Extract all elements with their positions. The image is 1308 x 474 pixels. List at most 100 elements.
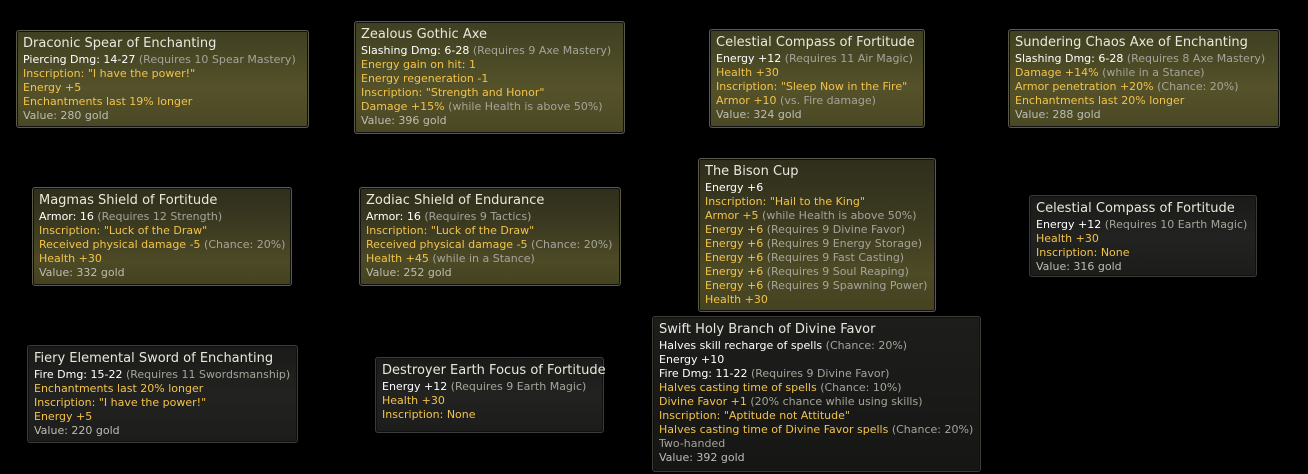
item-stat-line: Inscription: "Luck of the Draw" (39, 224, 285, 238)
item-stat-line: Slashing Dmg: 6-28 (Requires 9 Axe Maste… (361, 44, 618, 58)
stat-text: Damage +14% (1015, 66, 1103, 79)
item-stat-line: Received physical damage -5 (Chance: 20%… (366, 238, 614, 252)
item-stat-line: Armor penetration +20% (Chance: 20%) (1015, 80, 1273, 94)
item-stat-line: Energy gain on hit: 1 (361, 58, 618, 72)
item-stat-line: Value: 396 gold (361, 114, 618, 128)
item-stat-line: Energy +6 (Requires 9 Energy Storage) (705, 237, 929, 251)
stat-condition: (Requires 9 Tactics) (424, 210, 532, 223)
item-stat-line: Energy +5 (23, 81, 302, 95)
item-stat-line: Enchantments last 19% longer (23, 95, 302, 109)
item-stat-line: Inscription: "I have the power!" (34, 396, 291, 410)
stat-text: Health +30 (382, 394, 445, 407)
item-stat-line: Health +30 (716, 66, 918, 80)
item-stat-line: Value: 288 gold (1015, 108, 1273, 122)
stat-condition: (Chance: 20%) (825, 339, 908, 352)
item-stat-line: Enchantments last 20% longer (34, 382, 291, 396)
stat-text: Energy +12 (716, 52, 785, 65)
stat-text: Armor: 16 (366, 210, 425, 223)
item-stat-line: Inscription: None (1036, 246, 1250, 260)
stat-text: Energy +6 (705, 251, 767, 264)
stat-condition: (Chance: 20%) (1157, 80, 1239, 93)
stat-text: Inscription: "Strength and Honor" (361, 86, 545, 99)
item-stat-line: Value: 332 gold (39, 266, 285, 280)
stat-condition: (while Health is above 50%) (762, 209, 917, 222)
stat-text: Slashing Dmg: 6-28 (1015, 52, 1127, 65)
item-stat-line: Health +30 (39, 252, 285, 266)
stat-condition: (Requires 9 Axe Mastery) (472, 44, 612, 57)
item-stat-line: Fire Dmg: 11-22 (Requires 9 Divine Favor… (659, 367, 974, 381)
item-tooltip-zodiac-shield: Zodiac Shield of Endurance Armor: 16 (Req… (359, 187, 621, 286)
item-stat-line: Value: 324 gold (716, 108, 918, 122)
item-name: Sundering Chaos Axe of Enchanting (1015, 35, 1248, 50)
item-stat-line: Value: 252 gold (366, 266, 614, 280)
stat-text: Energy +6 (705, 181, 764, 194)
item-name: Swift Holy Branch of Divine Favor (659, 322, 876, 337)
stat-text: Energy +6 (705, 237, 767, 250)
stat-text: Inscription: "I have the power!" (34, 396, 207, 409)
stat-text: Energy +12 (1036, 218, 1105, 231)
stat-text: Received physical damage -5 (39, 238, 205, 251)
stat-text: Armor +5 (705, 209, 763, 222)
item-stat-line: Energy +6 (Requires 9 Soul Reaping) (705, 265, 929, 279)
item-name: Zealous Gothic Axe (361, 27, 488, 42)
stat-condition: (Requires 9 Soul Reaping) (766, 265, 909, 278)
item-tooltip-swift-holy-branch: Swift Holy Branch of Divine Favor Halves … (652, 316, 981, 472)
item-stat-line: Energy +12 (Requires 11 Air Magic) (716, 52, 918, 66)
item-stat-line: Value: 280 gold (23, 109, 302, 123)
item-tooltip-destroyer-earth-focus: Destroyer Earth Focus of Fortitude Energy… (375, 357, 606, 433)
item-stat-line: Energy regeneration -1 (361, 72, 618, 86)
stat-condition: (Requires 9 Spawning Power) (766, 279, 928, 292)
stat-condition: (Requires 9 Energy Storage) (766, 237, 923, 250)
item-stat-line: Inscription: "Hail to the King" (705, 195, 929, 209)
item-stat-line: Energy +5 (34, 410, 291, 424)
item-stat-line: Inscription: "Aptitude not Attitude" (659, 409, 974, 423)
stat-text: Damage +15% (361, 100, 449, 113)
stat-condition: (Requires 9 Fast Casting) (766, 251, 905, 264)
stat-text: Inscription: None (382, 408, 476, 421)
stat-value: Value: 324 gold (716, 108, 802, 121)
stat-text: Inscription: "Hail to the King" (705, 195, 865, 208)
stat-text: Received physical damage -5 (366, 238, 532, 251)
item-tooltip-zealous-gothic-axe: Zealous Gothic Axe Slashing Dmg: 6-28 (Re… (354, 21, 625, 134)
stat-text: Energy +10 (659, 353, 725, 366)
stat-condition: (Requires 11 Swordsmanship) (125, 368, 291, 381)
item-stat-line: Halves skill recharge of spells (Chance:… (659, 339, 974, 353)
stat-text: Enchantments last 20% longer (1015, 94, 1185, 107)
item-stat-line: Energy +6 (Requires 9 Fast Casting) (705, 251, 929, 265)
stat-value: Value: 288 gold (1015, 108, 1101, 121)
item-tooltip-bison-cup: The Bison Cup Energy +6 Inscription: "Hail… (698, 158, 936, 312)
item-stat-line: Energy +10 (659, 353, 974, 367)
item-stat-line: Health +30 (1036, 232, 1250, 246)
item-stat-line: Health +30 (705, 293, 929, 307)
stat-condition: (Requires 9 Divine Favor) (750, 367, 890, 380)
stat-value: Value: 220 gold (34, 424, 120, 437)
item-name: Draconic Spear of Enchanting (23, 36, 217, 51)
stat-text: Armor penetration +20% (1015, 80, 1158, 93)
stat-text: Halves casting time of Divine Favor spel… (659, 423, 892, 436)
stat-value: Value: 396 gold (361, 114, 447, 127)
stat-text: Halves skill recharge of spells (659, 339, 826, 352)
stat-text: Health +45 (366, 252, 433, 265)
item-stat-line: Enchantments last 20% longer (1015, 94, 1273, 108)
item-tooltip-celestial-compass-1: Celestial Compass of Fortitude Energy +12… (709, 29, 925, 128)
stat-text: Energy +5 (23, 81, 82, 94)
item-stat-line: Health +45 (while in a Stance) (366, 252, 614, 266)
stat-text: Slashing Dmg: 6-28 (361, 44, 473, 57)
item-stat-line: Slashing Dmg: 6-28 (Requires 8 Axe Maste… (1015, 52, 1273, 66)
stat-value: Value: 252 gold (366, 266, 452, 279)
stat-text: Energy +5 (34, 410, 93, 423)
stat-condition: (Requires 10 Spear Mastery) (138, 53, 296, 66)
item-stat-line: Armor: 16 (Requires 9 Tactics) (366, 210, 614, 224)
stat-value: Value: 280 gold (23, 109, 109, 122)
stat-condition: (vs. Fire damage) (780, 94, 876, 107)
item-tooltip-fiery-elemental-sword: Fiery Elemental Sword of Enchanting Fire … (27, 345, 298, 443)
stat-text: Energy +6 (705, 265, 767, 278)
item-stat-line: Fire Dmg: 15-22 (Requires 11 Swordsmansh… (34, 368, 291, 382)
stat-condition: (Requires 12 Strength) (97, 210, 223, 223)
item-tooltip-draconic-spear: Draconic Spear of Enchanting Piercing Dmg… (16, 30, 309, 128)
item-stat-line: Armor: 16 (Requires 12 Strength) (39, 210, 285, 224)
stat-condition: (Requires 9 Earth Magic) (450, 380, 587, 393)
item-stat-line: Value: 316 gold (1036, 260, 1250, 274)
stat-text: Armor: 16 (39, 210, 98, 223)
stat-text: Energy +6 (705, 279, 767, 292)
